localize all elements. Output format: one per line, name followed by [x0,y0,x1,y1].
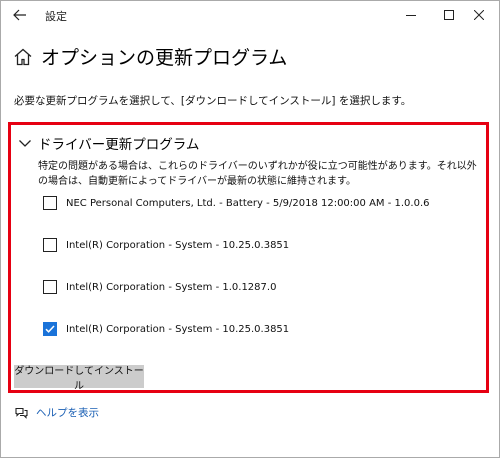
update-checkbox-checked[interactable] [43,322,57,336]
page-title: オプションの更新プログラム [41,47,288,69]
driver-section-header[interactable]: ドライバー更新プログラム [18,133,199,153]
back-arrow-icon [13,9,26,21]
help-chat-icon [15,407,28,419]
update-item[interactable]: Intel(R) Corporation - System - 10.25.0.… [43,238,289,252]
update-label: Intel(R) Corporation - System - 1.0.1287… [66,281,277,293]
title-bar: 設定 [1,1,499,29]
close-button[interactable] [459,1,499,29]
section-description: 特定の問題がある場合は、これらのドライバーのいずれかが役に立つ可能性があります。… [38,161,477,187]
update-checkbox[interactable] [43,238,57,252]
update-label: Intel(R) Corporation - System - 10.25.0.… [66,239,290,251]
help-link-text: ヘルプを表示 [36,407,99,419]
instruction-text: 必要な更新プログラムを選択して、[ダウンロードしてインストール] を選択します。 [14,95,412,107]
page-header: オプションの更新プログラム [13,43,287,70]
home-icon [14,48,32,65]
chevron-down-icon [19,140,31,147]
update-item[interactable]: Intel(R) Corporation - System - 1.0.1287… [43,280,276,294]
update-checkbox[interactable] [43,280,57,294]
maximize-icon [444,10,454,20]
checkmark-icon [45,325,55,333]
section-title: ドライバー更新プログラム [38,137,200,153]
update-item[interactable]: Intel(R) Corporation - System - 10.25.0.… [43,322,289,336]
minimize-button[interactable] [391,1,431,29]
settings-window: 設定 オプションの更新プログラム 必要な更新プログラムを選択して、[ダウンロード… [0,0,500,458]
close-icon [474,10,484,20]
minimize-icon [406,15,416,16]
help-link[interactable]: ヘルプを表示 [14,405,99,420]
update-checkbox[interactable] [43,196,57,210]
update-label: NEC Personal Computers, Ltd. - Battery -… [66,197,430,209]
update-label: Intel(R) Corporation - System - 10.25.0.… [66,323,290,335]
app-title: 設定 [45,10,67,23]
update-item[interactable]: NEC Personal Computers, Ltd. - Battery -… [43,196,430,210]
back-button[interactable] [7,4,33,26]
download-install-button[interactable]: ダウンロードしてインストール [14,365,144,392]
